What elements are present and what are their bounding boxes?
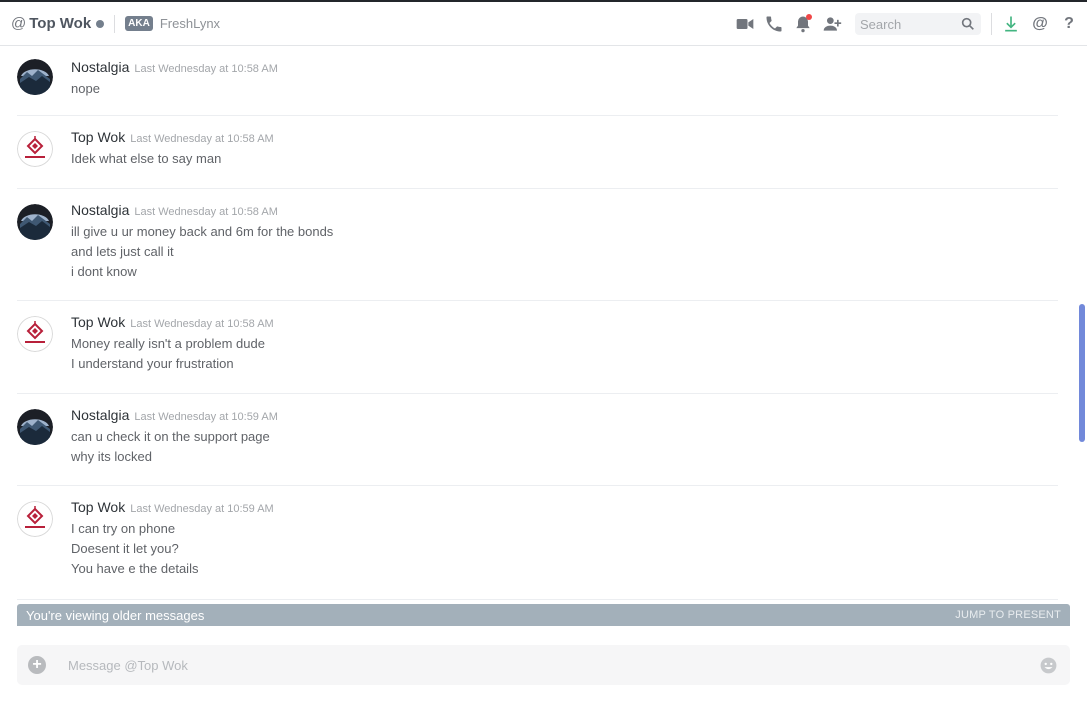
message-author[interactable]: Top Wok	[71, 129, 125, 145]
logo-avatar-icon	[17, 131, 53, 167]
mention-icon: @	[1032, 15, 1048, 32]
message-group: Top Wok Last Wednesday at 10:59 AM I can …	[17, 486, 1058, 600]
logo-avatar-icon	[17, 501, 53, 537]
message-content: Top Wok Last Wednesday at 10:59 AM I can …	[71, 499, 274, 579]
message-text: why its locked	[71, 449, 152, 464]
jump-to-present-button[interactable]: JUMP TO PRESENT	[955, 609, 1061, 621]
page-title: Top Wok	[29, 15, 92, 32]
message-text: You have e the details	[71, 561, 199, 576]
add-friend-icon	[823, 17, 842, 31]
message-text: ill give u ur money back and 6m for the …	[71, 224, 334, 239]
older-messages-bar[interactable]: You're viewing older messages JUMP TO PR…	[17, 604, 1070, 626]
header-left: @ Top Wok AKA FreshLynx	[0, 14, 221, 33]
message-header: Top Wok Last Wednesday at 10:58 AM	[71, 314, 274, 334]
message-content: Nostalgia Last Wednesday at 10:58 AM nope	[71, 59, 278, 99]
message-content: Top Wok Last Wednesday at 10:58 AM Money …	[71, 314, 274, 374]
message-group: Top Wok Last Wednesday at 10:58 AM Idek w…	[17, 116, 1058, 189]
message-group: Top Wok Last Wednesday at 10:58 AM Money …	[17, 301, 1058, 394]
mountain-avatar-icon	[17, 59, 53, 95]
avatar[interactable]	[17, 59, 53, 95]
voice-call-icon	[766, 16, 782, 32]
at-symbol-icon: @	[11, 15, 27, 32]
message-group: Nostalgia Last Wednesday at 10:59 AM can …	[17, 394, 1058, 486]
message-author[interactable]: Top Wok	[71, 314, 125, 330]
mentions-button[interactable]: @	[1029, 13, 1051, 35]
message-header: Nostalgia Last Wednesday at 10:58 AM	[71, 59, 278, 79]
video-call-icon	[736, 19, 754, 29]
message-author[interactable]: Nostalgia	[71, 59, 129, 75]
message-group: Nostalgia Last Wednesday at 10:58 AM ill …	[17, 189, 1058, 301]
message-text: Money really isn't a problem dude	[71, 336, 265, 351]
message-group: Nostalgia Last Wednesday at 10:58 AM nope	[17, 46, 1058, 116]
message-author[interactable]: Nostalgia	[71, 202, 129, 218]
message-timestamp: Last Wednesday at 10:58 AM	[130, 318, 274, 330]
avatar[interactable]	[17, 316, 53, 352]
header-divider	[114, 14, 116, 33]
message-author[interactable]: Nostalgia	[71, 407, 129, 423]
avatar[interactable]	[17, 501, 53, 537]
message-text: i dont know	[71, 264, 137, 279]
message-text: nope	[71, 81, 100, 96]
upload-plus-icon[interactable]: +	[28, 656, 46, 674]
message-header: Top Wok Last Wednesday at 10:59 AM	[71, 499, 274, 519]
avatar[interactable]	[17, 204, 53, 240]
message-header: Nostalgia Last Wednesday at 10:58 AM	[71, 202, 333, 222]
video-call-button[interactable]	[734, 13, 756, 35]
header-toolbar: @ ?	[734, 2, 1087, 46]
message-composer: +	[17, 645, 1070, 685]
message-timestamp: Last Wednesday at 10:58 AM	[134, 63, 278, 75]
message-author[interactable]: Top Wok	[71, 499, 125, 515]
channel-header: @ Top Wok AKA FreshLynx @	[0, 2, 1087, 46]
nickname-text: FreshLynx	[159, 16, 221, 31]
message-content: Nostalgia Last Wednesday at 10:58 AM ill …	[71, 202, 333, 282]
message-text: and lets just call it	[71, 244, 174, 259]
message-header: Nostalgia Last Wednesday at 10:59 AM	[71, 407, 278, 427]
download-icon	[1005, 16, 1017, 32]
message-input[interactable]	[66, 656, 1039, 674]
message-timestamp: Last Wednesday at 10:58 AM	[130, 133, 274, 145]
avatar[interactable]	[17, 409, 53, 445]
notification-dot-icon	[806, 14, 812, 20]
download-button[interactable]	[1000, 13, 1022, 35]
search-icon	[961, 17, 974, 30]
help-button[interactable]: ?	[1058, 13, 1080, 35]
message-timestamp: Last Wednesday at 10:59 AM	[134, 411, 278, 423]
avatar[interactable]	[17, 131, 53, 167]
message-timestamp: Last Wednesday at 10:58 AM	[134, 206, 278, 218]
older-messages-text: You're viewing older messages	[26, 607, 205, 623]
add-friend-button[interactable]	[821, 13, 843, 35]
scrollbar-thumb[interactable]	[1079, 304, 1085, 442]
mountain-avatar-icon	[17, 204, 53, 240]
message-text: can u check it on the support page	[71, 429, 270, 444]
emoji-picker-icon[interactable]	[1039, 656, 1058, 675]
message-timestamp: Last Wednesday at 10:59 AM	[130, 503, 274, 515]
message-text: Doesent it let you?	[71, 541, 179, 556]
mountain-avatar-icon	[17, 409, 53, 445]
search-box[interactable]	[855, 13, 981, 35]
message-text: I can try on phone	[71, 521, 176, 536]
message-content: Top Wok Last Wednesday at 10:58 AM Idek w…	[71, 129, 274, 169]
message-content: Nostalgia Last Wednesday at 10:59 AM can …	[71, 407, 278, 467]
toolbar-divider	[991, 13, 992, 35]
voice-call-button[interactable]	[763, 13, 785, 35]
search-input[interactable]	[855, 15, 962, 33]
notification-settings-button[interactable]	[792, 13, 814, 35]
message-header: Top Wok Last Wednesday at 10:58 AM	[71, 129, 274, 149]
status-offline-icon	[96, 19, 105, 28]
aka-badge: AKA	[125, 16, 153, 31]
help-icon: ?	[1064, 15, 1074, 32]
message-text: Idek what else to say man	[71, 151, 222, 166]
logo-avatar-icon	[17, 316, 53, 352]
message-text: I understand your frustration	[71, 356, 234, 371]
message-list[interactable]: Nostalgia Last Wednesday at 10:58 AM nope…	[0, 46, 1087, 626]
